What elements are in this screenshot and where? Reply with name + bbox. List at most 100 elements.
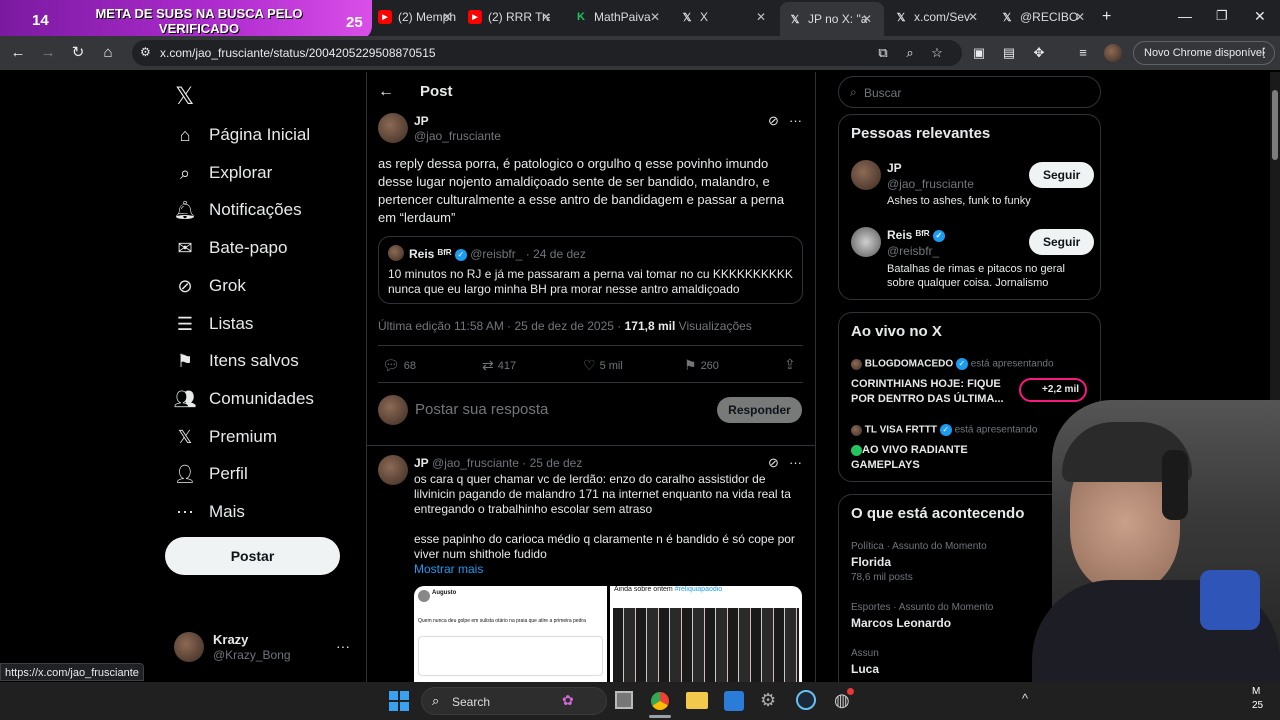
trend-name[interactable]: Marcos Leonardo	[851, 616, 951, 630]
media-icon[interactable]: ≡	[1074, 44, 1092, 62]
author-avatar[interactable]	[378, 113, 408, 143]
person-name-row[interactable]: Reis ᴮᶠᴿ ✓	[887, 228, 945, 242]
edit-timestamp[interactable]: Última edição 11:58 AM · 25 de dez de 20…	[378, 319, 621, 333]
tab-close-icon[interactable]: ✕	[650, 10, 660, 24]
sidebar-item-9[interactable]: 👤︎ Perfil	[174, 459, 248, 489]
tab-close-icon[interactable]: ✕	[541, 10, 551, 24]
settings-icon[interactable]: ⚙	[760, 690, 776, 711]
forward-icon[interactable]: →	[39, 44, 57, 62]
minimize-icon[interactable]: —	[1178, 8, 1192, 24]
start-icon[interactable]	[389, 691, 409, 711]
reply-author-handle[interactable]: @jao_frusciante	[432, 456, 519, 470]
sidebar-item-4[interactable]: ⊘ Grok	[174, 271, 245, 301]
person-avatar[interactable]	[851, 227, 881, 257]
tab-jp-post[interactable]: 𝕏 JP no X: "a ✕	[780, 2, 884, 36]
reply-image-screenshot[interactable]: Augusto Quem nunca deu golpe em sulista …	[414, 586, 607, 682]
sidebar-item-1[interactable]: ⌕ Explorar	[174, 158, 272, 188]
close-window-icon[interactable]: ✕	[1254, 8, 1266, 25]
more-options-icon[interactable]: ···	[789, 455, 802, 470]
restore-icon[interactable]: ❐	[1216, 8, 1228, 24]
reply-author-avatar[interactable]	[378, 455, 408, 485]
taskbar-search[interactable]: ⌕ Search ✿	[421, 687, 607, 715]
reply-author-name[interactable]: JP	[414, 456, 429, 470]
chrome-icon[interactable]	[650, 691, 670, 711]
person-avatar[interactable]	[851, 160, 881, 190]
back-icon[interactable]: ←	[9, 44, 27, 62]
live-space-title[interactable]: CORINTHIANS HOJE: FIQUE POR DENTRO DAS Ú…	[851, 377, 1011, 407]
page-title: Post	[420, 83, 453, 100]
show-more-link[interactable]: Mostrar mais	[414, 562, 483, 576]
install-app-icon[interactable]: ⧉	[874, 44, 892, 62]
quoted-post[interactable]: Reis ᴮᶠᴿ ✓ @reisbfr_ · 24 de dez 10 minu…	[378, 236, 803, 304]
sidebar-item-8[interactable]: 𝕏 Premium	[174, 422, 277, 452]
reply-date[interactable]: · 25 de dez	[522, 456, 582, 470]
person-handle[interactable]: @reisbfr_	[887, 244, 939, 258]
extension-icon[interactable]: ▣	[970, 44, 988, 62]
reload-icon[interactable]: ↻	[69, 44, 87, 62]
author-handle[interactable]: @jao_frusciante	[414, 129, 501, 143]
live-host-row[interactable]: TL VISA FRTTT ✓ está apresentando	[851, 424, 1037, 436]
tab-close-icon[interactable]: ✕	[442, 10, 452, 24]
home-icon[interactable]: ⌂	[99, 44, 117, 62]
reply-input[interactable]: Postar sua resposta	[415, 401, 548, 418]
tab-rrr[interactable]: ▶ (2) RRR Tra	[468, 6, 550, 28]
clock-time[interactable]: M	[1252, 686, 1260, 697]
sidebar-item-2[interactable]: 🔔︎ Notificações	[174, 195, 302, 225]
reply-image-phones[interactable]: Ainda sobre ontem #reliquiapaodio	[610, 586, 802, 682]
live-host-row[interactable]: BLOGDOMACEDO ✓ está apresentando	[851, 358, 1054, 370]
live-space-title[interactable]: AO VIVO RADIANTE GAMEPLAYS	[851, 443, 1001, 473]
person-name[interactable]: JP	[887, 161, 902, 175]
extension-icon[interactable]: ▤	[1000, 44, 1018, 62]
tab-close-icon[interactable]: ✕	[1075, 10, 1085, 24]
steam-icon[interactable]	[796, 690, 816, 710]
account-more-icon[interactable]: ···	[336, 638, 350, 654]
live-listeners-badge[interactable]: +2,2 mil	[1019, 378, 1087, 402]
task-view-icon[interactable]	[615, 691, 633, 709]
reply-action[interactable]: 💬︎ 68	[382, 357, 416, 374]
follow-button[interactable]: Seguir	[1029, 229, 1095, 255]
grok-icon[interactable]: ⊘	[768, 113, 779, 129]
follow-button[interactable]: Seguir	[1029, 162, 1095, 188]
trend-name[interactable]: Luca	[851, 662, 879, 676]
grok-icon[interactable]: ⊘	[768, 455, 779, 471]
menu-kebab-icon[interactable]: ⋮	[1255, 44, 1273, 62]
scrollbar-thumb[interactable]	[1272, 90, 1278, 160]
author-name[interactable]: JP	[414, 114, 429, 128]
tab-close-icon[interactable]: ✕	[756, 10, 766, 24]
tab-close-icon[interactable]: ✕	[862, 12, 872, 26]
trend-name[interactable]: Florida	[851, 555, 891, 569]
profile-avatar[interactable]	[1104, 44, 1122, 62]
site-info-icon[interactable]: ⚙	[140, 45, 151, 59]
sidebar-item-0[interactable]: ⌂ Página Inicial	[174, 120, 311, 150]
extensions-puzzle-icon[interactable]: ✥	[1030, 44, 1048, 62]
tab-recibo[interactable]: 𝕏 @RECIBO	[1000, 6, 1080, 28]
repost-action[interactable]: ⇄ 417	[482, 357, 516, 374]
bookmark-star-icon[interactable]: ☆	[928, 44, 946, 62]
tray-overflow-icon[interactable]: ^	[1022, 691, 1028, 706]
bookmark-action[interactable]: ⚑ 260	[684, 357, 719, 374]
file-explorer-icon[interactable]	[686, 692, 708, 709]
like-action[interactable]: ♡ 5 mil	[583, 357, 623, 374]
x-logo-icon[interactable]: 𝕏	[175, 82, 194, 111]
reply-button[interactable]: Responder	[717, 397, 802, 423]
tab-mathpaiva[interactable]: K MathPaiva	[574, 6, 656, 28]
address-bar[interactable]: ⚙ x.com/jao_frusciante/status/2004205229…	[132, 40, 962, 66]
more-options-icon[interactable]: ···	[789, 113, 802, 128]
sidebar-item-5[interactable]: ☰ Listas	[174, 309, 254, 339]
tab-x[interactable]: 𝕏X	[680, 6, 762, 28]
post-button[interactable]: Postar	[165, 537, 340, 575]
person-handle[interactable]: @jao_frusciante	[887, 177, 974, 191]
zoom-icon[interactable]: ⌕	[901, 44, 919, 62]
tab-close-icon[interactable]: ✕	[968, 10, 978, 24]
sidebar-item-7[interactable]: 👥︎ Comunidades	[174, 384, 314, 414]
account-switcher[interactable]	[174, 632, 204, 662]
sidebar-item-3[interactable]: ✉ Bate-papo	[174, 233, 287, 263]
back-arrow-icon[interactable]: ←	[378, 83, 394, 101]
sidebar-item-6[interactable]: ⚑ Itens salvos	[174, 346, 299, 376]
new-tab-icon[interactable]: +	[1102, 8, 1111, 26]
search-box[interactable]: ⌕ Buscar	[838, 76, 1101, 108]
share-icon[interactable]: ⇪	[784, 356, 796, 373]
clock-date[interactable]: 25	[1252, 700, 1263, 711]
store-icon[interactable]	[724, 691, 744, 711]
sidebar-item-10[interactable]: ⋯ Mais	[174, 497, 245, 527]
